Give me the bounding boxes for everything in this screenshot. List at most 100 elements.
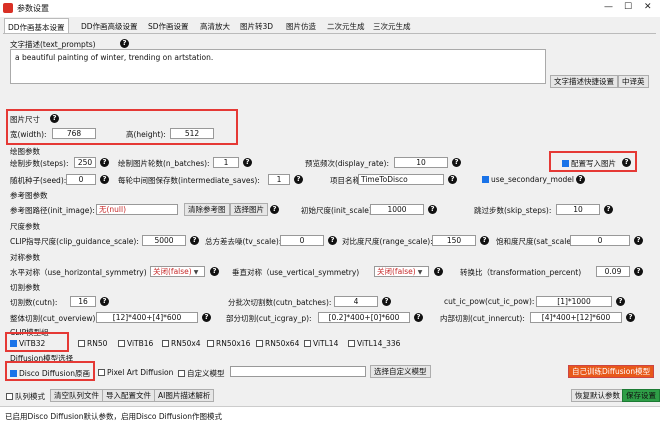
tab-3d[interactable]: 图片转3D bbox=[237, 18, 276, 33]
clip-model-rn50x4[interactable]: RN50x4 bbox=[162, 339, 201, 348]
choose-image-button[interactable]: 选择图片 bbox=[230, 203, 268, 216]
clip-model-rn50x16[interactable]: RN50x16 bbox=[207, 339, 250, 348]
init-image-input[interactable]: 无(null) bbox=[96, 204, 178, 215]
intermediate-saves-input[interactable]: 1 bbox=[268, 174, 290, 185]
clip-model-vitb16[interactable]: ViTB16 bbox=[118, 339, 153, 348]
cutn-batches-input[interactable]: 4 bbox=[334, 296, 378, 307]
init-scale-label: 初始尺度(init_scale): bbox=[301, 206, 375, 215]
status-bar: 已启用Disco Diffusion默认参数，启用Disco Diffusion… bbox=[0, 406, 660, 425]
help-icon[interactable]: ? bbox=[294, 175, 303, 184]
checkbox-checked-icon bbox=[562, 160, 569, 167]
width-input[interactable]: 768 bbox=[52, 128, 96, 139]
clear-queue-button[interactable]: 清空队列文件 bbox=[50, 389, 103, 402]
clear-ref-button[interactable]: 清除参考图 bbox=[184, 203, 230, 216]
cut-ic-pow-input[interactable]: [1]*1000 bbox=[536, 296, 612, 307]
help-icon[interactable]: ? bbox=[428, 205, 437, 214]
cut-overview-input[interactable]: [12]*400+[4]*600 bbox=[96, 312, 198, 323]
help-icon[interactable]: ? bbox=[202, 313, 211, 322]
custom-model-path-input[interactable] bbox=[230, 366, 366, 377]
help-icon[interactable]: ? bbox=[243, 158, 252, 167]
help-icon[interactable]: ? bbox=[210, 267, 219, 276]
clip-guidance-input[interactable]: 5000 bbox=[142, 235, 186, 246]
sat-scale-input[interactable]: 0 bbox=[570, 235, 630, 246]
help-icon[interactable]: ? bbox=[190, 236, 199, 245]
n-batches-label: 绘制图片轮数(n_batches): bbox=[118, 159, 210, 168]
checkbox-checked-icon bbox=[482, 176, 489, 183]
help-icon[interactable]: ? bbox=[634, 267, 643, 276]
help-icon[interactable]: ? bbox=[616, 297, 625, 306]
custom-model-radio[interactable]: 自定义模型 bbox=[178, 368, 225, 379]
clip-model-rn50x64[interactable]: RN50x64 bbox=[256, 339, 299, 348]
clip-model-vitb32[interactable]: ViTB32 bbox=[10, 339, 45, 348]
help-icon[interactable]: ? bbox=[622, 158, 631, 167]
cutn-input[interactable]: 16 bbox=[70, 296, 96, 307]
clip-model-vitl14-336[interactable]: ViTL14_336 bbox=[348, 339, 400, 348]
help-icon[interactable]: ? bbox=[434, 267, 443, 276]
secondary-model-checkbox[interactable]: use_secondary_model bbox=[482, 175, 574, 184]
choose-custom-model-button[interactable]: 选择自定义模型 bbox=[370, 365, 431, 378]
steps-input[interactable]: 250 bbox=[74, 157, 96, 168]
transformation-input[interactable]: 0.09 bbox=[596, 266, 630, 277]
help-icon[interactable]: ? bbox=[50, 114, 59, 123]
display-rate-input[interactable]: 10 bbox=[394, 157, 448, 168]
help-icon[interactable]: ? bbox=[100, 297, 109, 306]
diffusion-section-label: Diffusion模型选择 bbox=[10, 354, 74, 363]
project-input[interactable]: TimeToDisco bbox=[358, 174, 444, 185]
help-icon[interactable]: ? bbox=[448, 175, 457, 184]
cut-innercut-input[interactable]: [4]*400+[12]*600 bbox=[530, 312, 622, 323]
help-icon[interactable]: ? bbox=[480, 236, 489, 245]
text-prompts-input[interactable]: a beautiful painting of winter, trending… bbox=[10, 49, 546, 84]
queue-mode-checkbox[interactable]: 队列模式 bbox=[6, 391, 45, 402]
tab-anime[interactable]: 二次元生成 bbox=[324, 18, 368, 33]
h-symmetry-select[interactable]: 关闭(false) ▼ bbox=[150, 266, 205, 277]
seed-input[interactable]: 0 bbox=[66, 174, 96, 185]
help-icon[interactable]: ? bbox=[328, 236, 337, 245]
tv-scale-input[interactable]: 0 bbox=[280, 235, 324, 246]
skip-steps-input[interactable]: 10 bbox=[556, 204, 600, 215]
train-diffusion-button[interactable]: 自己训练Diffusion模型 bbox=[568, 365, 655, 378]
tv-scale-label: 总方差去噪(tv_scale): bbox=[205, 237, 282, 246]
help-icon[interactable]: ? bbox=[634, 236, 643, 245]
v-symmetry-select[interactable]: 关闭(false) ▼ bbox=[374, 266, 429, 277]
disco-diffusion-radio[interactable]: Disco Diffusion原画 bbox=[10, 368, 90, 379]
maximize-icon[interactable]: ☐ bbox=[624, 2, 632, 12]
chevron-down-icon: ▼ bbox=[417, 269, 423, 276]
tab-upscale[interactable]: 高清放大 bbox=[197, 18, 233, 33]
project-label: 项目名称 bbox=[330, 176, 360, 185]
n-batches-input[interactable]: 1 bbox=[213, 157, 239, 168]
help-icon[interactable]: ? bbox=[626, 313, 635, 322]
ai-image-desc-button[interactable]: AI图片描述解析 bbox=[154, 389, 215, 402]
prompt-quick-settings-button[interactable]: 文字描述快捷设置 bbox=[550, 75, 618, 88]
help-icon[interactable]: ? bbox=[100, 158, 109, 167]
tab-dd-basic[interactable]: DD作画基本设置 bbox=[4, 18, 69, 33]
import-config-button[interactable]: 导入配置文件 bbox=[102, 389, 155, 402]
tab-dd-advanced[interactable]: DD作画高级设置 bbox=[78, 18, 141, 33]
clip-model-rn50[interactable]: RN50 bbox=[78, 339, 107, 348]
help-icon[interactable]: ? bbox=[604, 205, 613, 214]
pixel-art-radio[interactable]: Pixel Art Diffusion bbox=[98, 368, 173, 377]
checkbox-icon bbox=[207, 340, 214, 347]
help-icon[interactable]: ? bbox=[414, 313, 423, 322]
help-icon[interactable]: ? bbox=[452, 158, 461, 167]
help-icon[interactable]: ? bbox=[270, 205, 279, 214]
close-icon[interactable]: ✕ bbox=[644, 2, 652, 12]
help-icon[interactable]: ? bbox=[382, 297, 391, 306]
tab-imitate[interactable]: 图片仿造 bbox=[283, 18, 319, 33]
cut-icgray-input[interactable]: [0.2]*400+[0]*600 bbox=[318, 312, 410, 323]
minimize-icon[interactable]: — bbox=[604, 2, 613, 12]
translate-button[interactable]: 中译英 bbox=[618, 75, 649, 88]
write-config-checkbox[interactable]: 配置写入图片 bbox=[562, 158, 616, 169]
save-settings-button[interactable]: 保存设置 bbox=[622, 389, 660, 402]
help-icon[interactable]: ? bbox=[576, 175, 585, 184]
help-icon[interactable]: ? bbox=[100, 175, 109, 184]
restore-defaults-button[interactable]: 恢复默认参数 bbox=[571, 389, 624, 402]
sat-scale-label: 饱和度尺度(sat_scale): bbox=[496, 237, 577, 246]
write-config-label: 配置写入图片 bbox=[571, 159, 616, 168]
help-icon[interactable]: ? bbox=[120, 39, 129, 48]
init-scale-input[interactable]: 1000 bbox=[370, 204, 424, 215]
tab-sd[interactable]: SD作画设置 bbox=[145, 18, 192, 33]
clip-model-vitl14[interactable]: ViTL14 bbox=[304, 339, 338, 348]
height-input[interactable]: 512 bbox=[170, 128, 214, 139]
tab-realistic[interactable]: 三次元生成 bbox=[370, 18, 414, 33]
range-scale-input[interactable]: 150 bbox=[432, 235, 476, 246]
